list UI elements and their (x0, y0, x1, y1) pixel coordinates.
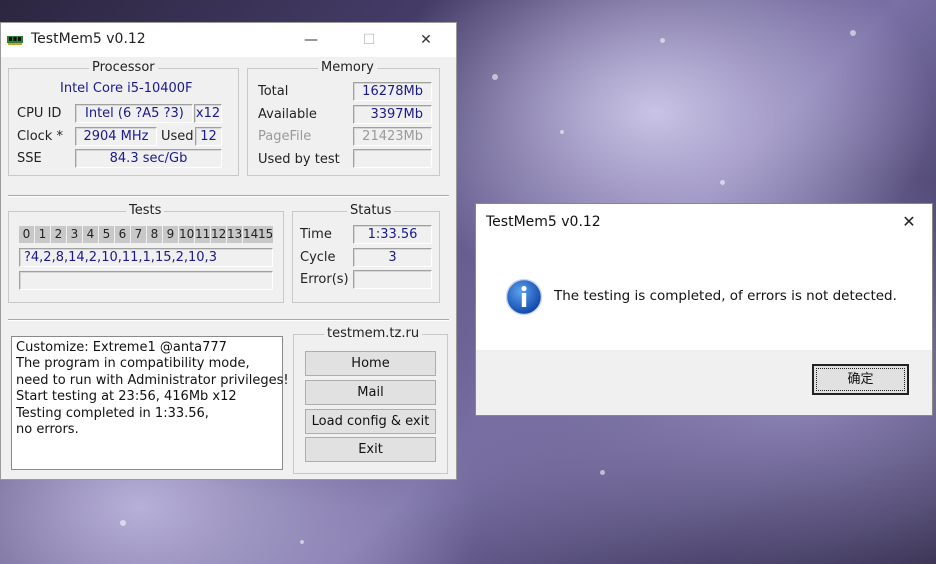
test-number-9: 9 (163, 226, 178, 243)
total-memory-label: Total (258, 84, 289, 99)
minimize-button[interactable]: — (288, 23, 334, 57)
cycle-label: Cycle (300, 250, 336, 265)
cpu-id-field: Intel (6 ?A5 ?3) (75, 104, 193, 123)
completion-dialog: TestMem5 v0.12 ✕ The testing is complete… (475, 203, 933, 416)
sse-field: 84.3 sec/Gb (75, 149, 222, 168)
website-title: testmem.tz.ru (324, 326, 423, 341)
testmem-main-window: TestMem5 v0.12 — ☐ ✕ Processor Intel Cor… (0, 22, 457, 480)
wallpaper-speck (660, 38, 665, 43)
test-number-0: 0 (19, 226, 34, 243)
log-line: The program in compatibility mode, (16, 356, 250, 372)
wallpaper-speck (560, 130, 564, 134)
test-number-11: 11 (195, 226, 211, 243)
mail-button[interactable]: Mail (305, 380, 436, 405)
test-number-5: 5 (99, 226, 114, 243)
dialog-title: TestMem5 v0.12 (486, 214, 601, 230)
wallpaper-speck (600, 470, 605, 475)
tests-group-title: Tests (126, 203, 165, 218)
pagefile-label: PageFile (258, 129, 312, 144)
test-progress-bar (19, 271, 273, 290)
test-sequence-field: ?4,2,8,14,2,10,11,1,15,2,10,3 (19, 248, 273, 267)
sse-label: SSE (17, 151, 42, 166)
test-number-8: 8 (147, 226, 162, 243)
close-button[interactable]: ✕ (403, 23, 449, 57)
time-field: 1:33.56 (353, 225, 432, 244)
dialog-close-button[interactable]: ✕ (886, 204, 932, 240)
window-title: TestMem5 v0.12 (31, 31, 146, 47)
test-number-13: 13 (227, 226, 243, 243)
cpu-id-label: CPU ID (17, 106, 62, 121)
exit-button[interactable]: Exit (305, 437, 436, 462)
info-icon (505, 278, 543, 316)
log-output[interactable]: Customize: Extreme1 @anta777 The program… (11, 336, 289, 470)
wallpaper-speck (120, 520, 126, 526)
test-number-15: 15 (258, 226, 274, 243)
log-line: Testing completed in 1:33.56, (16, 405, 209, 421)
used-threads-field: 12 (195, 127, 222, 146)
separator (8, 319, 449, 321)
test-number-12: 12 (211, 226, 227, 243)
processor-group-title: Processor (89, 60, 158, 75)
title-bar[interactable]: TestMem5 v0.12 — ☐ ✕ (1, 23, 456, 57)
errors-label: Error(s) (300, 272, 349, 287)
test-number-1: 1 (35, 226, 50, 243)
errors-field (353, 270, 432, 289)
memory-group-title: Memory (318, 60, 377, 75)
test-number-3: 3 (67, 226, 82, 243)
total-memory-field: 16278Mb (353, 82, 432, 101)
wallpaper-speck (492, 74, 498, 80)
wallpaper-speck (850, 30, 856, 36)
pagefile-field: 21423Mb (353, 127, 432, 146)
available-memory-field: 3397Mb (353, 105, 432, 124)
test-number-7: 7 (131, 226, 146, 243)
used-by-test-field (353, 149, 432, 168)
memory-chip-icon (7, 36, 23, 45)
clock-field: 2904 MHz (75, 127, 157, 146)
wallpaper-speck (300, 540, 304, 544)
separator (8, 195, 449, 197)
used-threads-label: Used (161, 129, 194, 144)
status-group-title: Status (347, 203, 395, 218)
processor-name: Intel Core i5-10400F (60, 81, 193, 96)
dialog-button-bar: 确定 (476, 350, 932, 415)
log-line: need to run with Administrator privilege… (16, 372, 289, 388)
log-line: no errors. (16, 422, 79, 438)
time-label: Time (300, 227, 332, 242)
test-number-2: 2 (51, 226, 66, 243)
used-by-test-label: Used by test (258, 152, 340, 167)
home-button[interactable]: Home (305, 351, 436, 376)
test-number-6: 6 (115, 226, 130, 243)
test-number-14: 14 (243, 226, 259, 243)
clock-label: Clock * (17, 129, 63, 144)
thread-count-field: x12 (194, 104, 222, 123)
wallpaper-speck (720, 180, 725, 185)
dialog-message: The testing is completed, of errors is n… (554, 288, 897, 304)
log-line: Customize: Extreme1 @anta777 (16, 340, 227, 355)
ok-button[interactable]: 确定 (812, 364, 909, 395)
cycle-field: 3 (353, 248, 432, 267)
maximize-button[interactable]: ☐ (346, 23, 392, 57)
available-memory-label: Available (258, 107, 317, 122)
log-line: Start testing at 23:56, 416Mb x12 (16, 389, 237, 405)
test-number-10: 10 (179, 226, 195, 243)
load-config-exit-button[interactable]: Load config & exit (305, 409, 436, 434)
test-number-4: 4 (83, 226, 98, 243)
